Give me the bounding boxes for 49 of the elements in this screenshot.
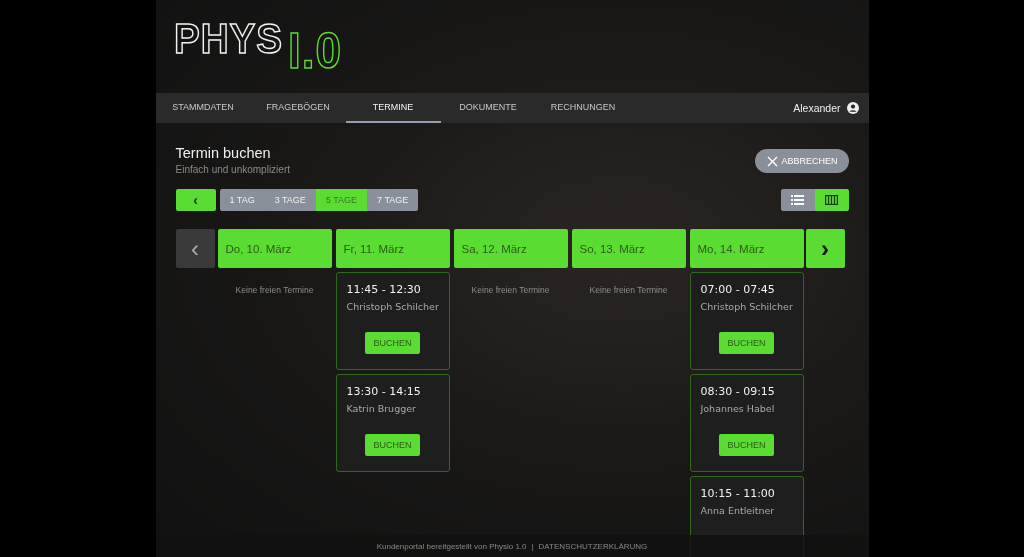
day-header: Mo, 14. März xyxy=(689,229,804,268)
logo-version: I.0 xyxy=(287,26,342,76)
therapist-name: Katrin Brugger xyxy=(346,403,416,414)
nav-tab[interactable]: TERMINE xyxy=(345,93,441,123)
nav-tab[interactable]: RECHNUNGEN xyxy=(535,93,631,123)
columns-icon xyxy=(825,195,838,205)
page-subtitle: Einfach und unkompliziert xyxy=(175,164,290,175)
therapist-name: Christoph Schilcher xyxy=(346,301,439,312)
book-button[interactable]: BUCHEN xyxy=(365,434,420,456)
time-range: 11:45 - 12:30 xyxy=(346,283,421,296)
privacy-link[interactable]: DATENSCHUTZERKLÄRUNG xyxy=(538,541,648,551)
back-button[interactable]: ‹ xyxy=(175,189,216,211)
book-button[interactable]: BUCHEN xyxy=(719,332,774,354)
empty-message: Keine freien Termine xyxy=(471,285,550,295)
time-range: 07:00 - 07:45 xyxy=(700,283,775,296)
range-option[interactable]: 7 TAGE xyxy=(367,189,419,211)
day-header: Do, 10. März xyxy=(217,229,332,268)
range-option[interactable]: 5 TAGE xyxy=(315,189,368,211)
next-days-button[interactable]: › xyxy=(805,229,845,268)
list-view-button[interactable] xyxy=(780,189,815,211)
footer-separator: | xyxy=(531,541,534,551)
previous-days-button[interactable]: ‹ xyxy=(175,229,215,268)
user-icon[interactable] xyxy=(846,102,859,114)
time-range: 10:15 - 11:00 xyxy=(700,487,775,500)
day-header: Sa, 12. März xyxy=(453,229,568,268)
footer-text: Kundenportal bereitgestellt von Physio 1.0 xyxy=(376,541,527,551)
therapist-name: Anna Entleitner xyxy=(700,505,775,516)
nav-tab[interactable]: DOKUMENTE xyxy=(440,93,536,123)
therapist-name: Christoph Schilcher xyxy=(700,301,793,312)
book-button[interactable]: BUCHEN xyxy=(365,332,420,354)
time-range: 13:30 - 14:15 xyxy=(346,385,421,398)
nav-tab[interactable]: FRAGEBÖGEN xyxy=(250,93,346,123)
logo-word: PHYS xyxy=(173,18,283,60)
list-icon xyxy=(791,195,804,205)
empty-message: Keine freien Termine xyxy=(235,285,314,295)
therapist-name: Johannes Habel xyxy=(700,403,775,414)
nav-tab[interactable]: STAMMDATEN xyxy=(155,93,251,123)
close-icon xyxy=(767,155,779,167)
book-button[interactable]: BUCHEN xyxy=(719,434,774,456)
cancel-button[interactable]: ABBRECHEN xyxy=(755,149,849,173)
user-name[interactable]: Alexander xyxy=(793,102,841,114)
page-title: Termin buchen xyxy=(175,145,272,161)
range-option[interactable]: 3 TAGE xyxy=(264,189,316,211)
column-view-button[interactable] xyxy=(814,189,849,211)
time-range: 08:30 - 09:15 xyxy=(700,385,775,398)
range-option[interactable]: 1 TAG xyxy=(219,189,265,211)
empty-message: Keine freien Termine xyxy=(589,285,668,295)
day-header: Fr, 11. März xyxy=(335,229,450,268)
day-header: So, 13. März xyxy=(571,229,686,268)
